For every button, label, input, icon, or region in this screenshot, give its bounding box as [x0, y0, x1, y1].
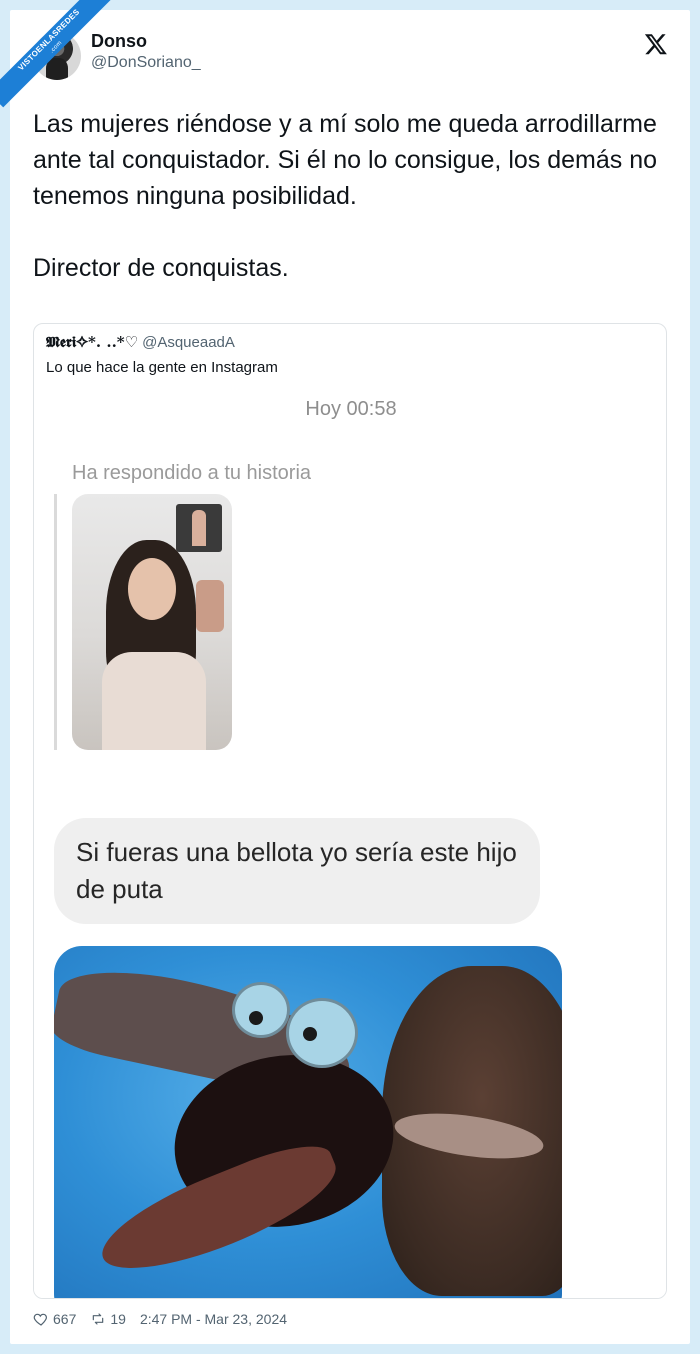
chat-timestamp: Hoy 00:58 — [305, 398, 397, 420]
creature-eye — [232, 982, 290, 1038]
quote-author-handle[interactable]: @AsqueaadA — [142, 334, 235, 351]
tweet-meta: 667 19 2:47 PM - Mar 23, 2024 — [33, 1311, 287, 1327]
creature-eye — [286, 998, 358, 1068]
like-group[interactable]: 667 — [33, 1311, 76, 1327]
quote-text: Lo que hace la gente en Instagram — [46, 359, 278, 376]
retweet-count: 19 — [110, 1311, 126, 1327]
tweet-text: Las mujeres riéndose y a mí solo me qued… — [33, 106, 678, 322]
tweet-paragraph: Director de conquistas. — [33, 254, 289, 282]
heart-icon[interactable] — [33, 1311, 49, 1327]
story-thumbnail — [72, 494, 232, 750]
message-bubble: Si fueras una bellota yo sería este hijo… — [54, 818, 540, 924]
retweet-group[interactable]: 19 — [90, 1311, 126, 1327]
story-inset-thumbnail — [176, 504, 222, 552]
quoted-tweet[interactable]: 𝕸𝖊𝖗𝖎✧*. ..*♡ @AsqueaadA Lo que hace la g… — [33, 323, 667, 1299]
quote-header: 𝕸𝖊𝖗𝖎✧*. ..*♡ @AsqueaadA — [46, 333, 235, 351]
replied-to-story-label: Ha respondido a tu historia — [72, 462, 312, 484]
quote-author-name[interactable]: 𝕸𝖊𝖗𝖎✧*. ..*♡ — [46, 333, 138, 351]
tweet-card: VISTOENLASREDES .com Donso @DonSoriano_ … — [0, 0, 690, 1344]
like-count: 667 — [53, 1311, 77, 1327]
phone-shape — [196, 580, 224, 632]
tweet-paragraph: Las mujeres riéndose y a mí solo me qued… — [33, 110, 658, 210]
chat-screenshot[interactable]: Hoy 00:58 Ha respondido a tu historia Si… — [34, 386, 666, 1298]
tweet-datetime[interactable]: 2:47 PM - Mar 23, 2024 — [140, 1311, 287, 1327]
x-logo-icon[interactable] — [644, 32, 668, 56]
author-handle[interactable]: @DonSoriano_ — [91, 54, 201, 72]
author-name[interactable]: Donso — [91, 31, 147, 52]
retweet-icon[interactable] — [90, 1311, 106, 1327]
reply-indicator-bar — [54, 494, 57, 750]
meme-image — [54, 946, 562, 1298]
